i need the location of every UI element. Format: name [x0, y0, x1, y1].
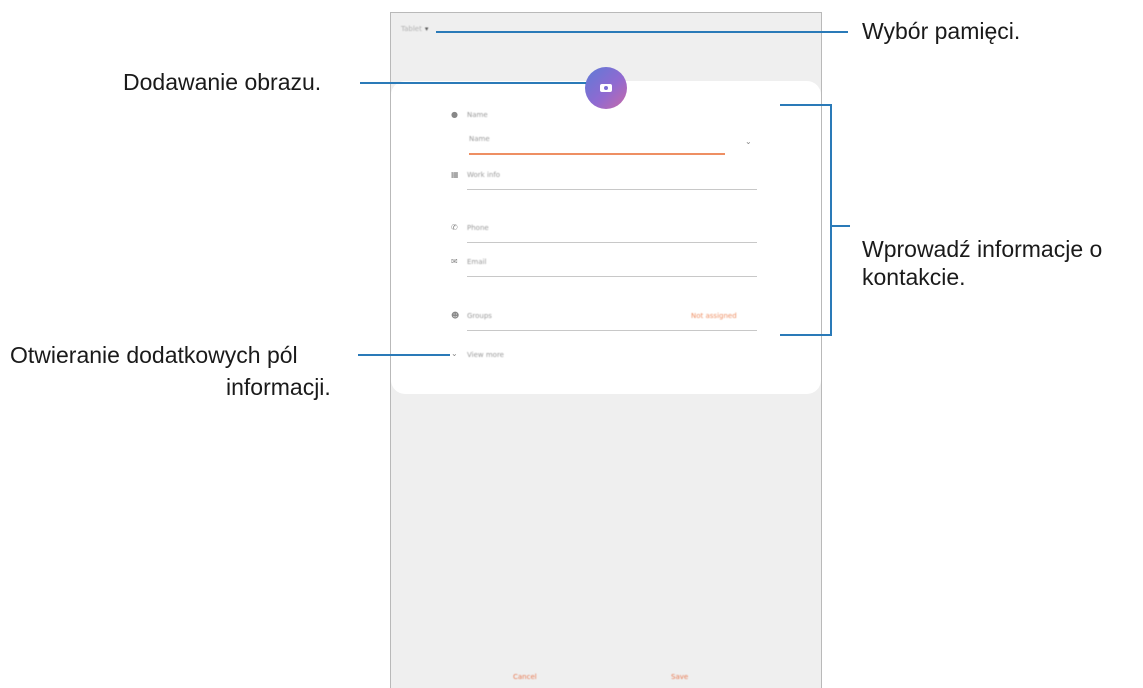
person-icon: ● [451, 110, 458, 119]
name-input-placeholder: Name [469, 135, 490, 143]
work-info-placeholder: Work info [467, 171, 501, 179]
save-button[interactable]: Save [671, 673, 688, 681]
contact-bracket-top [780, 104, 832, 106]
camera-icon [600, 84, 612, 92]
groups-field[interactable]: ☻ Groups Not assigned [391, 312, 821, 332]
view-more-label: View more [467, 351, 504, 359]
name-section-label: Name [467, 111, 488, 119]
contact-bracket-bottom [780, 334, 832, 336]
add-photo-button[interactable] [585, 67, 627, 109]
building-icon: ▦ [451, 170, 459, 179]
contact-form-card: ● Name Name ⌄ ▦ Work info ✆ Phone ✉ Emai… [391, 81, 821, 394]
work-info-field[interactable]: ▦ Work info [391, 171, 821, 191]
storage-annotation: Wybór pamięci. [862, 18, 1021, 44]
phone-underline [467, 242, 757, 243]
name-input-underline [469, 153, 725, 155]
image-leader-line [360, 82, 586, 84]
email-field[interactable]: ✉ Email [391, 258, 821, 278]
storage-selector[interactable]: Tablet ▾ [401, 25, 428, 33]
chevron-down-icon[interactable]: ⌄ [745, 137, 752, 146]
contact-annotation-line2: kontakcie. [862, 264, 966, 290]
cancel-button[interactable]: Cancel [513, 673, 537, 681]
phone-icon: ✆ [451, 223, 458, 232]
view-more-button[interactable]: ⌄ View more [391, 349, 821, 371]
name-field[interactable]: Name ⌄ [391, 135, 821, 155]
phone-placeholder: Phone [467, 224, 489, 232]
groups-underline [467, 330, 757, 331]
phone-field[interactable]: ✆ Phone [391, 224, 821, 244]
caret-down-icon: ▾ [424, 25, 429, 33]
groups-label: Groups [467, 312, 492, 320]
chevron-down-icon: ⌄ [451, 349, 458, 358]
group-icon: ☻ [451, 311, 460, 320]
contact-bracket-vertical [830, 104, 832, 336]
tablet-screen: Tablet ▾ ● Name Name ⌄ ▦ Work info ✆ Pho… [390, 12, 822, 688]
more-fields-leader-line [358, 354, 450, 356]
name-section: ● Name [391, 111, 821, 131]
more-fields-annotation-line1: Otwieranie dodatkowych pól [10, 342, 298, 368]
contact-bracket-tick [832, 225, 850, 227]
email-underline [467, 276, 757, 277]
mail-icon: ✉ [451, 257, 458, 266]
image-annotation: Dodawanie obrazu. [123, 69, 322, 95]
work-info-underline [467, 189, 757, 190]
contact-annotation-line1: Wprowadź informacje o [862, 236, 1103, 262]
storage-leader-line [436, 31, 848, 33]
more-fields-annotation-line2: informacji. [226, 374, 331, 400]
groups-value: Not assigned [691, 312, 737, 320]
email-placeholder: Email [467, 258, 487, 266]
storage-selector-label: Tablet [401, 25, 422, 33]
